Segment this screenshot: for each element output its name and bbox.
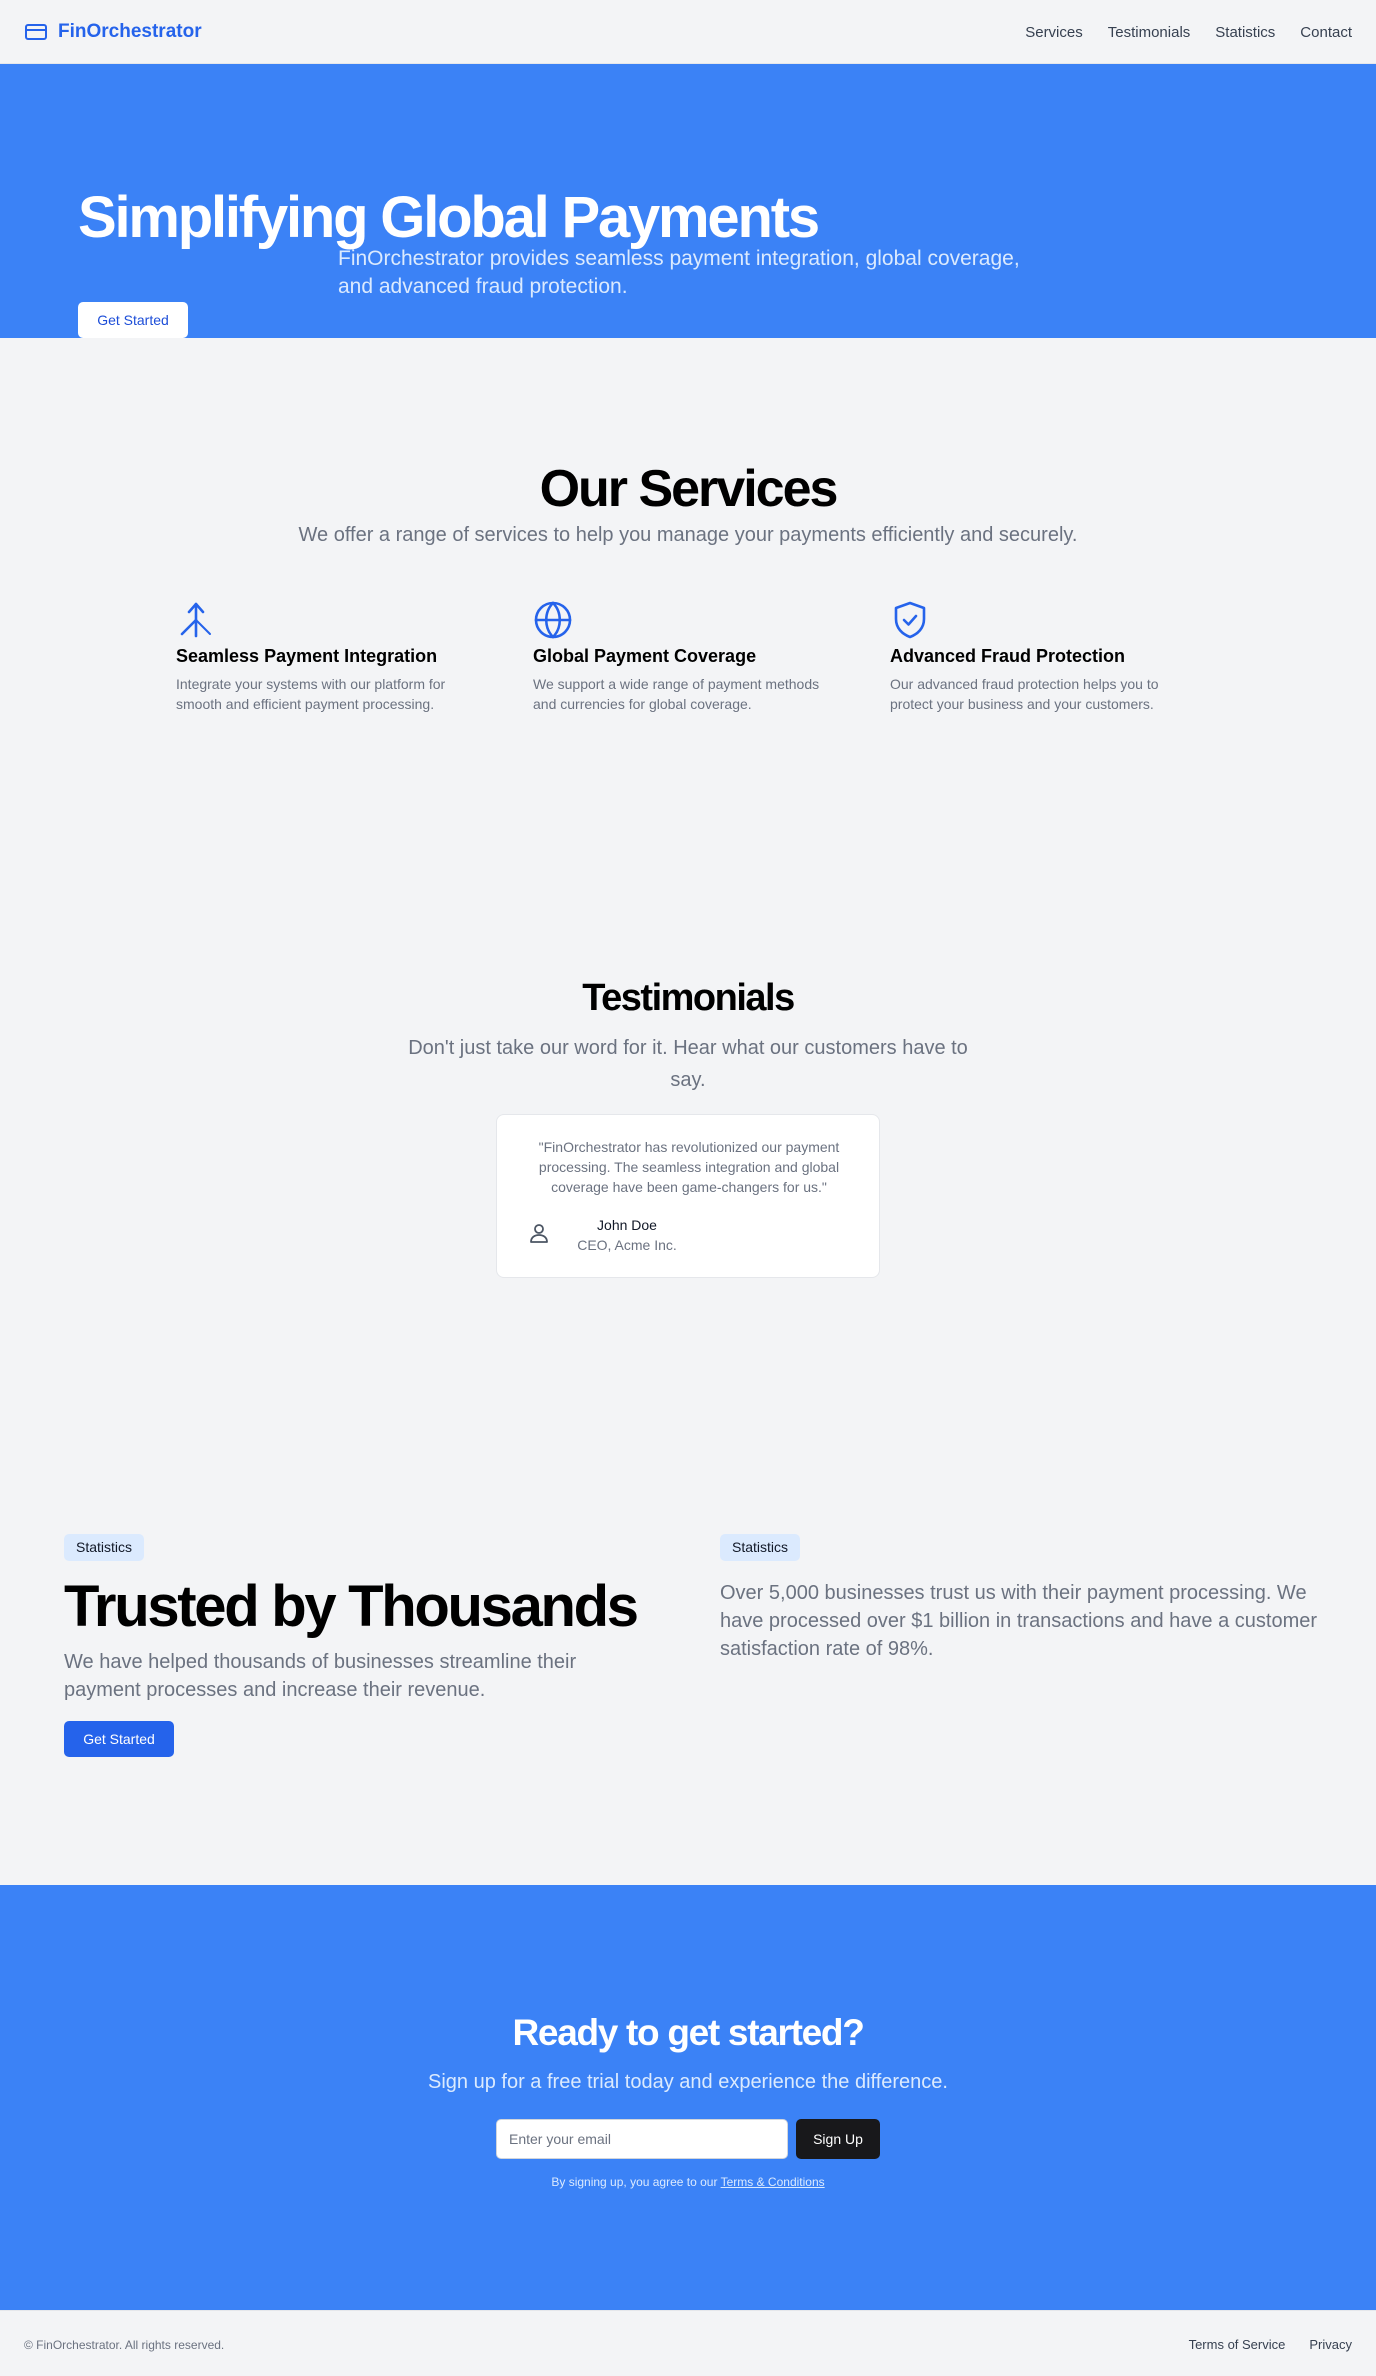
testimonial-quote: "FinOrchestrator has revolutionized our …: [538, 1139, 840, 1195]
shield-check-icon: [894, 601, 926, 639]
copyright: © FinOrchestrator. All rights reserved.: [24, 2338, 225, 2352]
email-input[interactable]: [496, 2119, 788, 2159]
testimonials-title: Testimonials: [582, 977, 795, 1019]
globe-icon: [534, 601, 572, 639]
footer-links: Terms of Service Privacy: [1189, 2337, 1352, 2352]
brand-logo[interactable]: FinOrchestrator: [24, 0, 202, 64]
cta-title: Ready to get started?: [512, 2012, 865, 2053]
service-description: Our advanced fraud protection helps you …: [890, 676, 1159, 712]
statistics-badge: Statistics: [64, 1534, 145, 1561]
cta-section: Ready to get started? Sign up for a free…: [0, 1885, 1376, 2310]
services-title: Our Services: [539, 460, 839, 518]
sign-up-button[interactable]: Sign Up: [796, 2119, 880, 2159]
credit-card-icon: [25, 24, 47, 40]
author-role: CEO, Acme Inc.: [577, 1237, 677, 1253]
hero-get-started-button[interactable]: Get Started: [78, 302, 188, 338]
user-icon: [530, 1224, 548, 1243]
service-title: Seamless Payment Integration: [176, 646, 438, 666]
footer-link-privacy[interactable]: Privacy: [1309, 2337, 1352, 2352]
testimonials-subtitle: Don't just take our word for it. Hear wh…: [408, 1037, 968, 1091]
testimonial-author: John Doe CEO, Acme Inc.: [567, 1215, 687, 1255]
merge-icon: [180, 602, 211, 638]
footer-link-terms[interactable]: Terms of Service: [1189, 2337, 1286, 2352]
statistics-get-started-button[interactable]: Get Started: [64, 1721, 174, 1757]
statistics-text: Over 5,000 businesses trust us with thei…: [720, 1582, 1318, 1660]
service-item-coverage: Global Payment Coverage We support a wid…: [533, 600, 843, 714]
hero-subtitle: FinOrchestrator provides seamless paymen…: [338, 247, 1020, 298]
service-description: We support a wide range of payment metho…: [533, 676, 820, 712]
nav-link-testimonials[interactable]: Testimonials: [1108, 24, 1191, 41]
terms-prefix: By signing up, you agree to our: [551, 2175, 721, 2189]
service-item-integration: Seamless Payment Integration Integrate y…: [176, 600, 486, 714]
service-title: Advanced Fraud Protection: [890, 646, 1126, 666]
site-footer: © FinOrchestrator. All rights reserved. …: [0, 2310, 1376, 2376]
statistics-badge-right: Statistics: [720, 1534, 801, 1561]
statistics-subtitle: We have helped thousands of businesses s…: [64, 1651, 577, 1701]
service-item-fraud: Advanced Fraud Protection Our advanced f…: [890, 600, 1200, 714]
nav-link-statistics[interactable]: Statistics: [1215, 24, 1275, 41]
author-name: John Doe: [597, 1217, 657, 1233]
terms-notice: By signing up, you agree to our Terms & …: [0, 2175, 1376, 2189]
hero-section: Simplifying Global Payments FinOrchestra…: [0, 64, 1376, 338]
nav-link-contact[interactable]: Contact: [1300, 24, 1352, 41]
testimonial-card: "FinOrchestrator has revolutionized our …: [496, 1114, 880, 1278]
main-nav: Services Testimonials Statistics Contact: [1025, 0, 1352, 64]
service-title: Global Payment Coverage: [533, 646, 757, 666]
cta-subtitle: Sign up for a free trial today and exper…: [428, 2071, 948, 2093]
statistics-title: Trusted by Thousands: [64, 1574, 639, 1639]
services-subtitle: We offer a range of services to help you…: [298, 524, 1078, 546]
service-description: Integrate your systems with our platform…: [176, 676, 446, 712]
brand-name: FinOrchestrator: [58, 21, 202, 42]
nav-link-services[interactable]: Services: [1025, 24, 1083, 41]
terms-link[interactable]: Terms & Conditions: [721, 2175, 825, 2189]
hero-title: Simplifying Global Payments: [78, 185, 820, 250]
site-header: FinOrchestrator Services Testimonials St…: [0, 0, 1376, 64]
